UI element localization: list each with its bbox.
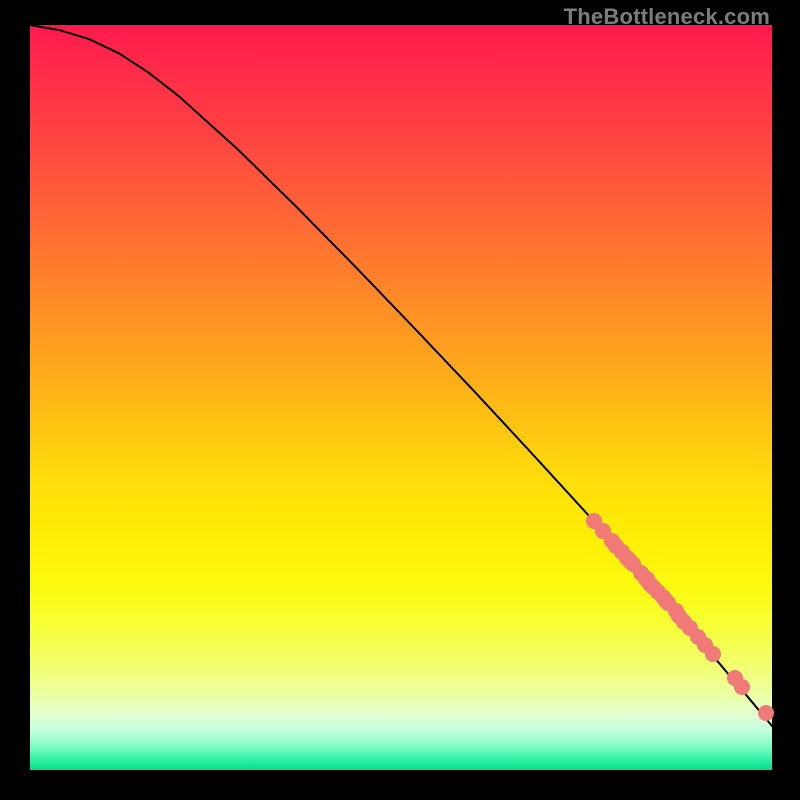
bottleneck-curve bbox=[30, 25, 772, 726]
scatter-dot bbox=[734, 679, 750, 695]
chart-frame: TheBottleneck.com bbox=[0, 0, 800, 800]
plot-area bbox=[30, 25, 772, 770]
scatter-dot bbox=[705, 646, 721, 662]
scatter-dot bbox=[758, 705, 774, 721]
curve-layer bbox=[30, 25, 772, 770]
